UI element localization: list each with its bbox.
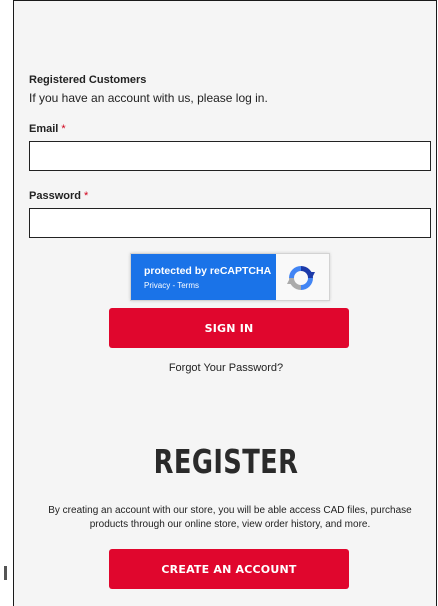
password-field[interactable] — [29, 208, 431, 238]
recaptcha-title: protected by reCAPTCHA — [144, 265, 272, 277]
recaptcha-privacy-link[interactable]: Privacy — [144, 281, 170, 290]
password-label: Password * — [29, 190, 88, 202]
email-label: Email * — [29, 123, 66, 135]
required-asterisk: * — [61, 123, 66, 135]
recaptcha-terms-link[interactable]: Terms — [177, 281, 199, 290]
edge-marker — [4, 566, 7, 580]
sign-in-button[interactable]: SIGN IN — [109, 308, 349, 348]
email-field[interactable] — [29, 141, 431, 171]
recaptcha-label-panel: protected by reCAPTCHA Privacy - Terms — [131, 254, 276, 300]
section-title: Registered Customers — [29, 74, 147, 86]
required-asterisk: * — [83, 190, 89, 202]
register-heading: REGISTER — [153, 442, 299, 481]
recaptcha-links: Privacy - Terms — [144, 281, 199, 290]
register-description: By creating an account with our store, y… — [48, 505, 412, 530]
login-intro: If you have an account with us, please l… — [29, 91, 268, 105]
recaptcha-icon — [287, 266, 315, 290]
create-account-button[interactable]: CREATE AN ACCOUNT — [109, 549, 349, 589]
password-label-text: Password — [29, 190, 81, 202]
recaptcha-badge[interactable]: protected by reCAPTCHA Privacy - Terms — [130, 253, 330, 301]
email-label-text: Email — [29, 123, 59, 135]
login-panel: Registered Customers If you have an acco… — [13, 0, 437, 606]
forgot-password-link[interactable]: Forgot Your Password? — [14, 362, 438, 374]
